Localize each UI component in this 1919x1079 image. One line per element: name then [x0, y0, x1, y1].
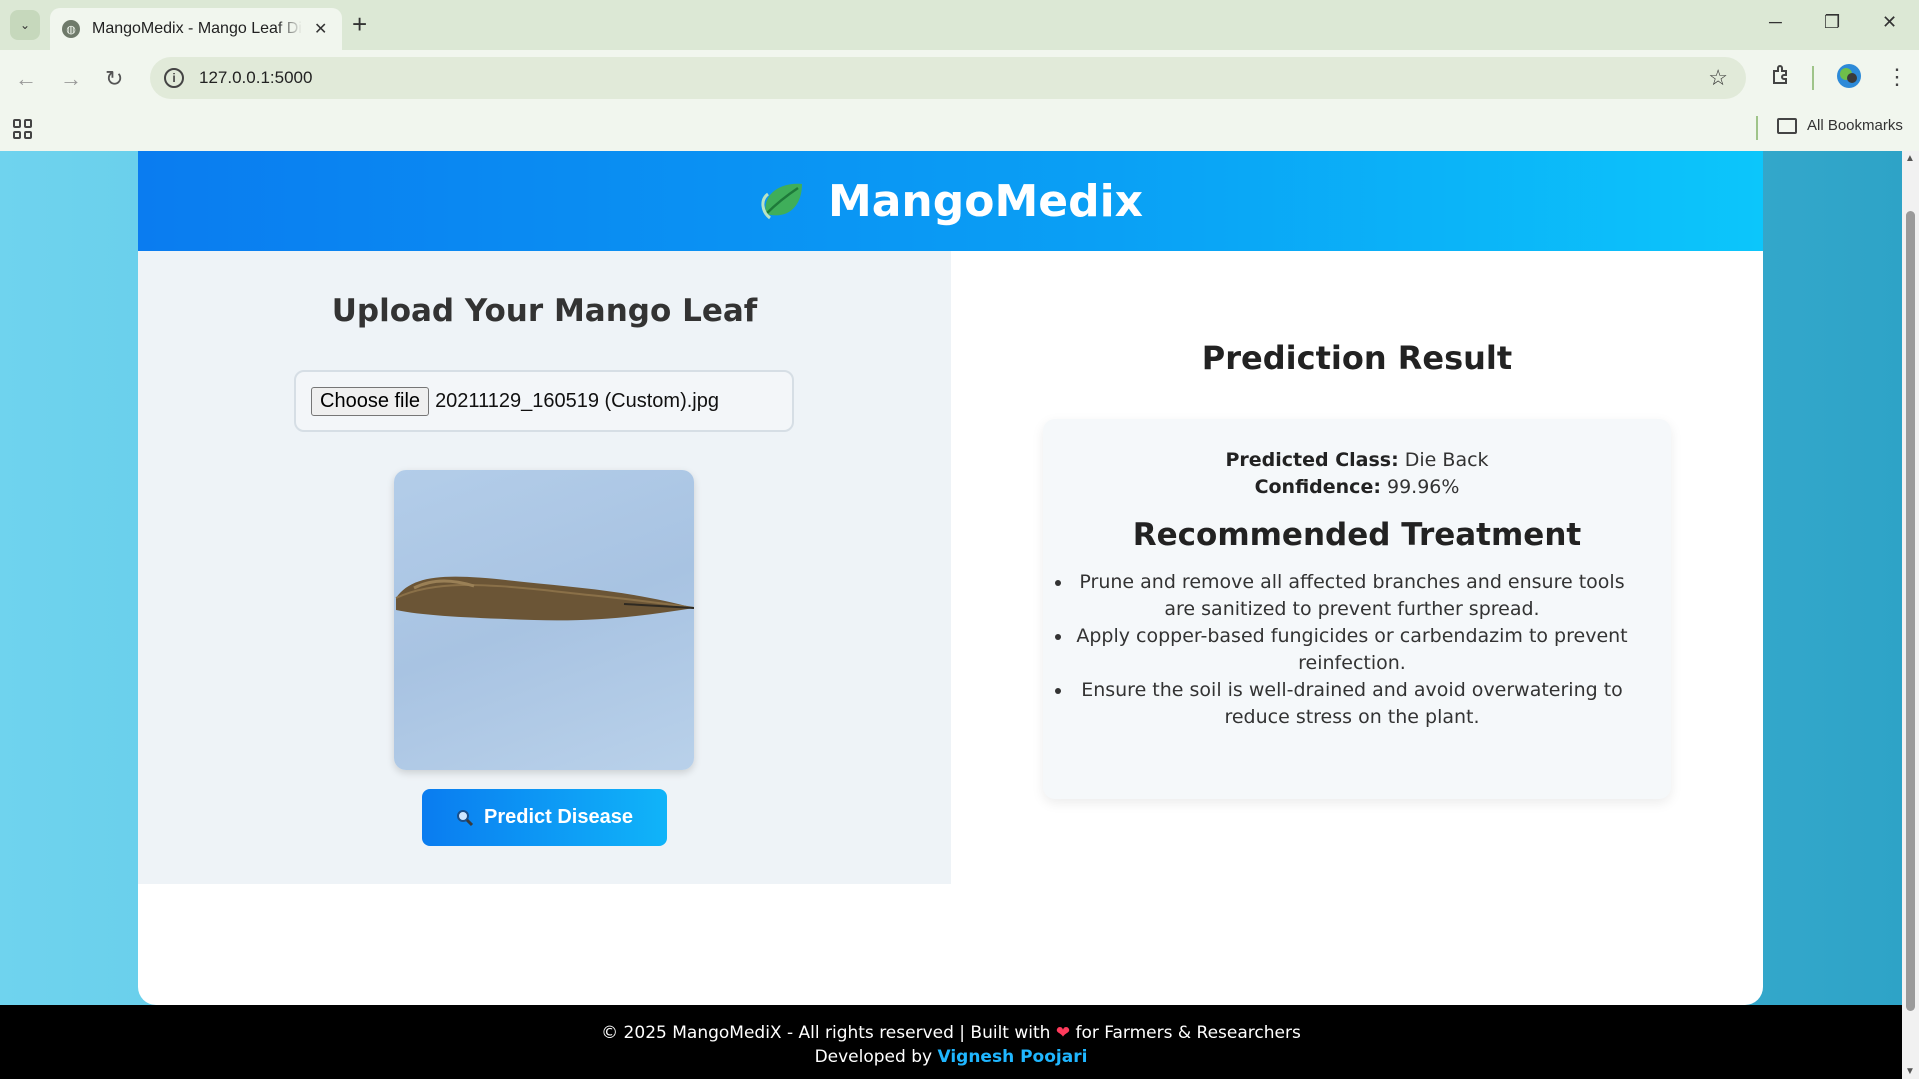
- restore-button[interactable]: ❐: [1824, 12, 1840, 33]
- file-input[interactable]: Choose file 20211129_160519 (Custom).jpg: [294, 370, 794, 432]
- selected-file-name: 20211129_160519 (Custom).jpg: [435, 389, 719, 412]
- bookmarks-bar: All Bookmarks: [0, 108, 1919, 151]
- site-header: MangoMedix: [138, 151, 1763, 251]
- profile-avatar-icon[interactable]: [1835, 62, 1863, 96]
- apps-grid-icon[interactable]: [13, 119, 33, 139]
- extensions-icon[interactable]: [1770, 64, 1792, 92]
- upload-title: Upload Your Mango Leaf: [331, 293, 758, 329]
- predicted-class-line: Predicted Class: Die Back: [1043, 447, 1671, 474]
- page-viewport: MangoMedix Upload Your Mango Leaf Choose…: [0, 151, 1902, 1079]
- address-bar[interactable]: i 127.0.0.1:5000 ☆: [150, 57, 1746, 99]
- confidence-label: Confidence:: [1254, 476, 1381, 498]
- treatment-item: Ensure the soil is well-drained and avoi…: [1073, 677, 1631, 731]
- developed-by-label: Developed by: [814, 1047, 933, 1067]
- globe-icon: ◍: [62, 20, 80, 38]
- predict-disease-button[interactable]: Predict Disease: [422, 789, 667, 846]
- tab-close-icon[interactable]: ✕: [314, 19, 327, 39]
- bookmarks-divider: [1756, 116, 1758, 140]
- treatment-item: Prune and remove all affected branches a…: [1073, 569, 1631, 623]
- magnifier-icon: [456, 809, 474, 827]
- new-tab-button[interactable]: +: [352, 11, 367, 37]
- window-close-button[interactable]: ✕: [1882, 12, 1897, 33]
- predicted-class-value: Die Back: [1404, 449, 1489, 471]
- tab-list-button[interactable]: ⌄: [10, 10, 40, 40]
- treatment-title: Recommended Treatment: [1132, 517, 1582, 553]
- footer-developer: Developed by Vignesh Poojari: [0, 1045, 1902, 1069]
- leaf-preview-image: [394, 470, 694, 770]
- scrollbar-thumb[interactable]: [1906, 211, 1915, 1011]
- footer-copyright: © 2025 MangoMediX - All rights reserved …: [0, 1021, 1902, 1045]
- browser-tab-active[interactable]: ◍ MangoMedix - Mango Leaf Disease Detect…: [50, 8, 342, 50]
- developer-link[interactable]: Vignesh Poojari: [937, 1047, 1087, 1067]
- minimize-button[interactable]: ─: [1769, 12, 1782, 33]
- browser-toolbar: ← → ↻ i 127.0.0.1:5000 ☆ ⋮: [0, 50, 1919, 108]
- upload-panel: Upload Your Mango Leaf Choose file 20211…: [138, 251, 951, 884]
- back-button[interactable]: ←: [15, 66, 37, 92]
- reload-button[interactable]: ↻: [105, 66, 123, 92]
- forward-button[interactable]: →: [60, 66, 82, 92]
- treatment-list: Prune and remove all affected branches a…: [1043, 569, 1671, 731]
- info-icon[interactable]: i: [164, 68, 184, 88]
- confidence-value: 99.96%: [1386, 476, 1460, 498]
- confidence-line: Confidence: 99.96%: [1043, 474, 1671, 501]
- copyright-suffix: for Farmers & Researchers: [1075, 1023, 1301, 1043]
- toolbar-divider: [1812, 66, 1814, 90]
- result-title: Prediction Result: [1201, 339, 1513, 377]
- copyright-prefix: © 2025 MangoMediX - All rights reserved …: [601, 1023, 1051, 1043]
- folder-icon: [1777, 117, 1797, 134]
- tab-title: MangoMedix - Mango Leaf Disease Detectio…: [92, 20, 302, 37]
- app-container: MangoMedix Upload Your Mango Leaf Choose…: [138, 151, 1763, 1005]
- result-panel: Prediction Result Predicted Class: Die B…: [951, 251, 1763, 884]
- treatment-item: Apply copper-based fungicides or carbend…: [1073, 623, 1631, 677]
- leaf-icon: [758, 176, 808, 226]
- predicted-class-label: Predicted Class:: [1225, 449, 1399, 471]
- predict-button-label: Predict Disease: [484, 806, 633, 828]
- browser-menu-icon[interactable]: ⋮: [1886, 64, 1908, 90]
- all-bookmarks-button[interactable]: All Bookmarks: [1777, 117, 1903, 134]
- result-card: Predicted Class: Die Back Confidence: 99…: [1043, 419, 1671, 799]
- heart-icon: ❤: [1055, 1023, 1071, 1043]
- site-title: MangoMedix: [827, 175, 1144, 227]
- bookmark-star-icon[interactable]: ☆: [1708, 65, 1728, 91]
- site-footer: © 2025 MangoMediX - All rights reserved …: [0, 1005, 1902, 1079]
- page-scrollbar[interactable]: ▲ ▼: [1902, 151, 1919, 1079]
- browser-tab-bar: ⌄ ◍ MangoMedix - Mango Leaf Disease Dete…: [0, 0, 1919, 50]
- all-bookmarks-label: All Bookmarks: [1807, 117, 1903, 134]
- url-text[interactable]: 127.0.0.1:5000: [199, 68, 312, 88]
- scroll-down-arrow[interactable]: ▼: [1905, 1066, 1915, 1077]
- choose-file-button[interactable]: Choose file: [311, 386, 430, 416]
- scroll-up-arrow[interactable]: ▲: [1905, 153, 1915, 164]
